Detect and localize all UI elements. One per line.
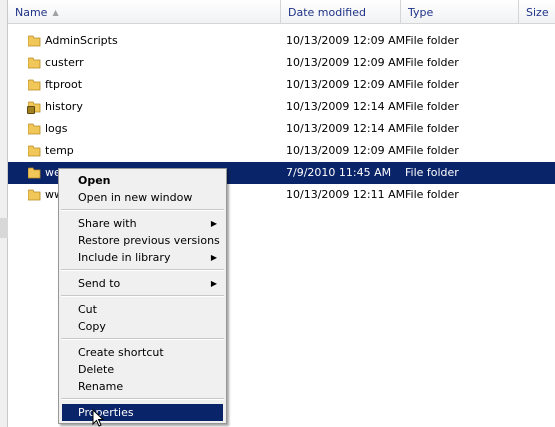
menu-item-share-with[interactable]: Share with ▶ <box>62 215 223 232</box>
menu-separator <box>61 398 224 400</box>
menu-item-create-shortcut[interactable]: Create shortcut <box>62 344 223 361</box>
file-date: 10/13/2009 12:09 AM <box>286 144 406 157</box>
menu-item-send-to[interactable]: Send to ▶ <box>62 275 223 292</box>
file-date: 10/13/2009 12:11 AM <box>286 188 406 201</box>
folder-icon <box>28 57 41 69</box>
file-row[interactable]: custerr 10/13/2009 12:09 AM File folder <box>8 52 555 74</box>
file-date: 7/9/2010 11:45 AM <box>286 166 392 179</box>
pane-splitter[interactable] <box>0 218 8 238</box>
sort-ascending-icon: ▲ <box>52 8 59 17</box>
file-type: File folder <box>405 166 459 179</box>
file-date: 10/13/2009 12:09 AM <box>286 78 406 91</box>
folder-icon <box>28 123 41 135</box>
file-date: 10/13/2009 12:14 AM <box>286 100 406 113</box>
file-type: File folder <box>405 34 459 47</box>
folder-icon <box>28 79 41 91</box>
menu-item-label: Share with <box>78 217 137 230</box>
menu-separator <box>61 209 224 211</box>
file-row[interactable]: history 10/13/2009 12:14 AM File folder <box>8 96 555 118</box>
mouse-pointer-icon <box>92 409 104 427</box>
menu-item-delete[interactable]: Delete <box>62 361 223 378</box>
file-row[interactable]: logs 10/13/2009 12:14 AM File folder <box>8 118 555 140</box>
menu-item-copy[interactable]: Copy <box>62 318 223 335</box>
menu-separator <box>61 338 224 340</box>
file-name: ftproot <box>45 78 83 91</box>
menu-item-include-in-library[interactable]: Include in library ▶ <box>62 249 223 266</box>
file-type: File folder <box>405 122 459 135</box>
folder-icon <box>28 145 41 157</box>
file-type: File folder <box>405 188 459 201</box>
folder-icon <box>28 189 41 201</box>
menu-separator <box>61 269 224 271</box>
column-header-name-label: Name <box>15 6 48 19</box>
folder-icon <box>28 35 41 47</box>
menu-item-open-new-window[interactable]: Open in new window <box>62 189 223 206</box>
file-type: File folder <box>405 100 459 113</box>
file-row[interactable]: AdminScripts 10/13/2009 12:09 AM File fo… <box>8 30 555 52</box>
column-header-name[interactable]: Name ▲ <box>8 0 281 24</box>
submenu-arrow-icon: ▶ <box>210 219 217 228</box>
menu-item-rename[interactable]: Rename <box>62 378 223 395</box>
column-header-type[interactable]: Type <box>401 0 519 24</box>
menu-item-label: Include in library <box>78 251 171 264</box>
file-type: File folder <box>405 78 459 91</box>
menu-item-properties[interactable]: Properties <box>62 404 223 421</box>
file-date: 10/13/2009 12:09 AM <box>286 34 406 47</box>
file-name: temp <box>45 144 74 157</box>
file-type: File folder <box>405 144 459 157</box>
menu-item-label: Send to <box>78 277 121 290</box>
submenu-arrow-icon: ▶ <box>210 253 217 262</box>
lock-icon <box>27 106 35 114</box>
navigation-pane-edge <box>0 0 8 427</box>
menu-item-restore-previous-versions[interactable]: Restore previous versions <box>62 232 223 249</box>
menu-item-open[interactable]: Open <box>62 172 223 189</box>
file-name: custerr <box>45 56 84 69</box>
context-menu: Open Open in new window Share with ▶ Rest… <box>58 168 227 424</box>
submenu-arrow-icon: ▶ <box>210 279 217 288</box>
folder-icon <box>28 167 41 179</box>
file-name: logs <box>45 122 68 135</box>
file-type: File folder <box>405 56 459 69</box>
file-date: 10/13/2009 12:09 AM <box>286 56 406 69</box>
file-row[interactable]: temp 10/13/2009 12:09 AM File folder <box>8 140 555 162</box>
column-header-date[interactable]: Date modified <box>281 0 401 24</box>
column-header-size[interactable]: Size <box>519 0 555 24</box>
file-row[interactable]: ftproot 10/13/2009 12:09 AM File folder <box>8 74 555 96</box>
file-name: AdminScripts <box>45 34 118 47</box>
file-date: 10/13/2009 12:14 AM <box>286 122 406 135</box>
file-name: history <box>45 100 83 113</box>
menu-separator <box>61 295 224 297</box>
menu-item-cut[interactable]: Cut <box>62 301 223 318</box>
